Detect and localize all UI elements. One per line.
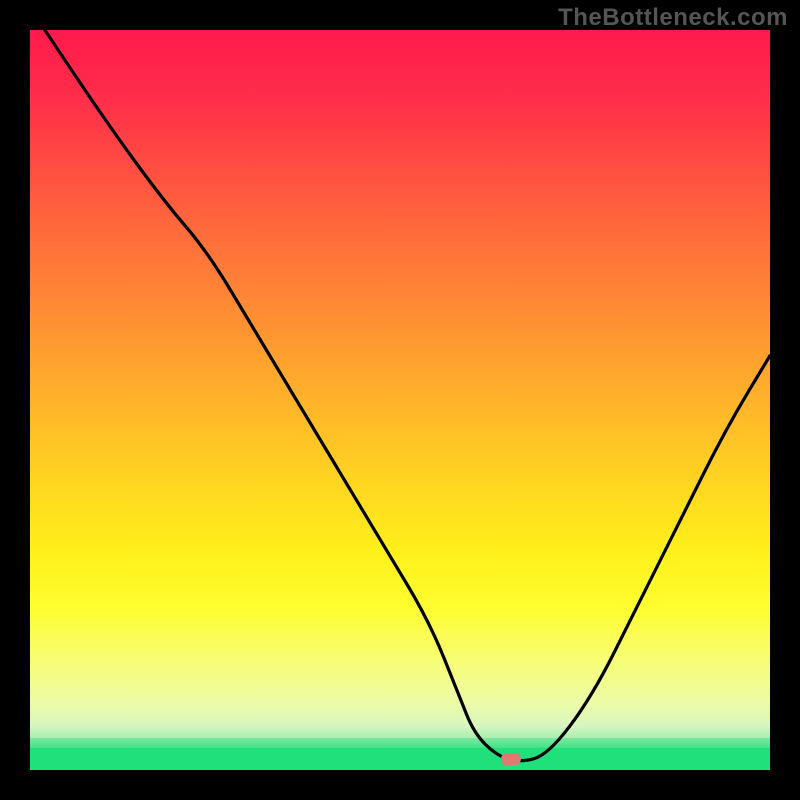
optimal-point-marker	[501, 753, 521, 765]
chart-frame: TheBottleneck.com	[0, 0, 800, 800]
bottleneck-curve	[30, 30, 770, 770]
watermark-text: TheBottleneck.com	[558, 4, 788, 32]
plot-area	[30, 30, 770, 770]
